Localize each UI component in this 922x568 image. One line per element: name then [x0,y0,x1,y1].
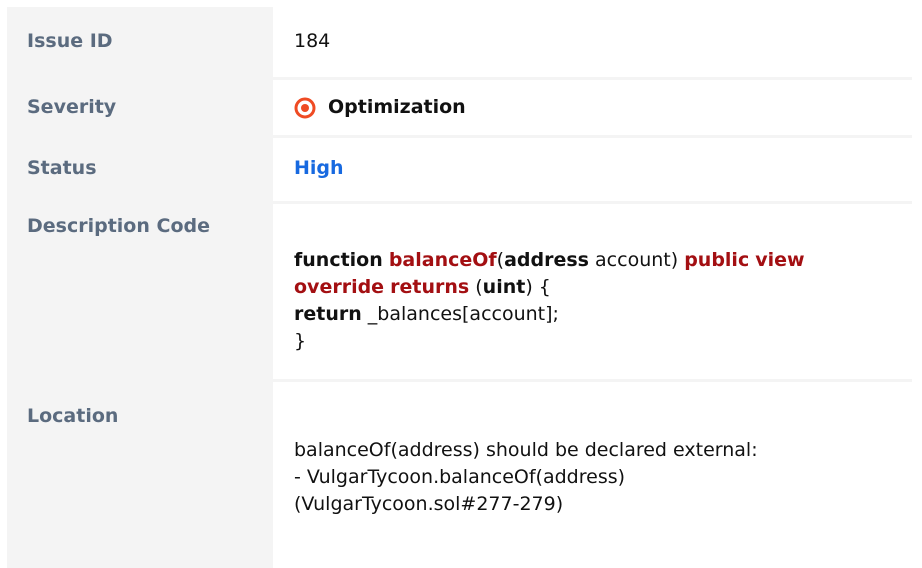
issue-detail-table: Issue ID 184 Severity Optimization Statu… [7,7,912,568]
location-label: Location [7,382,270,568]
severity-value: Optimization [328,96,466,118]
severity-value-cell: Optimization [273,80,912,135]
issue-id-value: 184 [273,7,912,77]
paren-open-2: ( [475,276,483,298]
view-keyword: view [755,249,805,271]
status-label: Status [7,138,270,201]
location-line-3: (VulgarTycoon.sol#277-279) [294,493,564,515]
code-block: function balanceOf(address account) publ… [294,247,894,355]
description-value-cell: function balanceOf(address account) publ… [273,204,912,379]
uint-keyword: uint [482,276,526,298]
location-line-2: - VulgarTycoon.balanceOf(address) [294,466,626,488]
target-icon [294,97,316,118]
location-text: balanceOf(address) should be declared ex… [294,437,904,518]
location-value-cell: balanceOf(address) should be declared ex… [273,382,912,568]
code-line-1: function balanceOf(address account) publ… [294,247,894,274]
returns-keyword: returns [390,276,470,298]
public-keyword: public [684,249,750,271]
issue-id-label: Issue ID [7,7,270,77]
function-keyword: function [294,249,383,271]
location-line-1: balanceOf(address) should be declared ex… [294,439,758,461]
code-line-2: override returns (uint) { [294,274,894,301]
override-keyword: override [294,276,385,298]
severity-label: Severity [7,80,270,135]
description-label: Description Code [7,204,270,379]
line3-rest: _balances[account]; [361,303,559,325]
code-line-4: } [294,330,307,352]
line2-rest: ) { [525,276,551,298]
code-line-3: return _balances[account]; [294,301,894,328]
status-value: High [294,157,344,179]
function-name: balanceOf [388,249,497,271]
return-keyword: return [294,303,362,325]
address-keyword: address [504,249,589,271]
status-value-cell: High [273,138,912,201]
paren-open: ( [496,249,505,271]
param-text: account) [589,249,685,271]
